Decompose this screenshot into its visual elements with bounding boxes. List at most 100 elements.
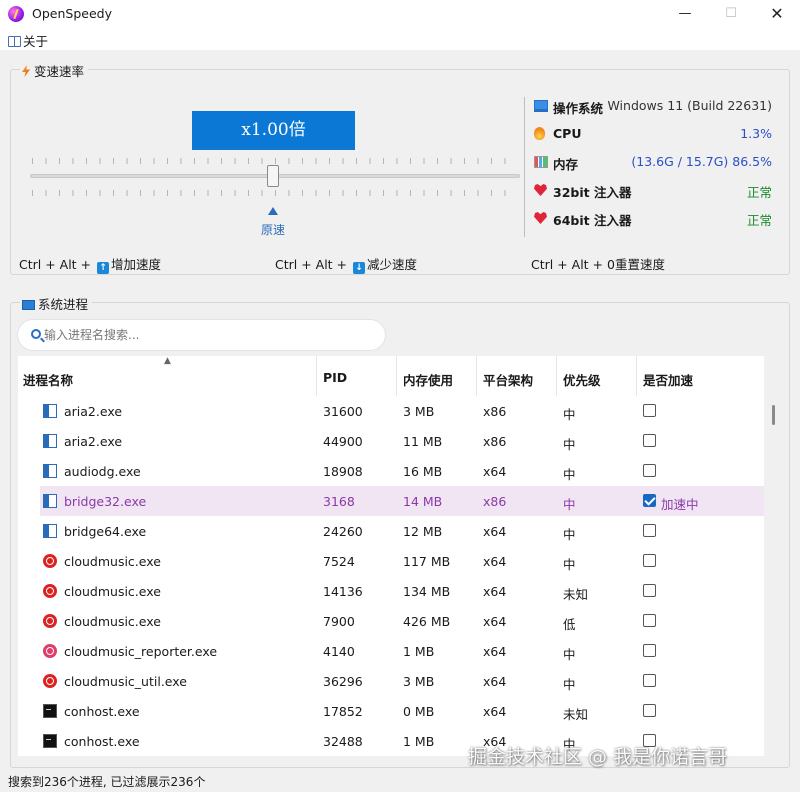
os-label: 操作系统 bbox=[553, 101, 604, 116]
menu-about-label: 关于 bbox=[23, 34, 49, 49]
process-priority: 低 bbox=[563, 617, 576, 632]
hotkey-decrease: Ctrl + Alt + ↓ 减少速度 bbox=[275, 254, 417, 274]
table-row[interactable]: conhost.exe 17852 0 MB x64 未知 bbox=[40, 696, 764, 726]
process-pid: 36296 bbox=[323, 674, 363, 689]
column-separator[interactable] bbox=[396, 356, 397, 396]
memory-label: 内存 bbox=[553, 157, 579, 172]
process-memory: 3 MB bbox=[403, 674, 435, 689]
process-arch: x86 bbox=[483, 494, 507, 509]
process-group-label: 系统进程 bbox=[38, 297, 89, 312]
process-memory: 426 MB bbox=[403, 614, 451, 629]
speed-group-title: 变速速率 bbox=[20, 61, 89, 80]
search-box[interactable] bbox=[18, 320, 385, 350]
table-row[interactable]: bridge32.exe 3168 14 MB x86 中 加速中 bbox=[40, 486, 764, 516]
column-separator[interactable] bbox=[556, 356, 557, 396]
table-scrollbar[interactable] bbox=[772, 405, 775, 425]
table-row[interactable]: cloudmusic_reporter.exe 4140 1 MB x64 中 bbox=[40, 636, 764, 666]
accelerate-checkbox[interactable] bbox=[643, 644, 656, 657]
process-arch: x64 bbox=[483, 614, 507, 629]
process-name: cloudmusic.exe bbox=[64, 584, 161, 599]
accelerate-checkbox[interactable] bbox=[643, 614, 656, 627]
hotkey-decrease-prefix: Ctrl + Alt + bbox=[275, 257, 348, 272]
table-row[interactable]: aria2.exe 31600 3 MB x86 中 bbox=[40, 396, 764, 426]
book-icon bbox=[8, 36, 21, 47]
injector64-status: 正常 bbox=[746, 213, 772, 228]
column-header-pid[interactable]: PID bbox=[323, 370, 347, 385]
column-header-name[interactable]: 进程名称 bbox=[23, 370, 73, 389]
close-button[interactable]: ✕ bbox=[754, 0, 800, 28]
table-row[interactable]: audiodg.exe 18908 16 MB x64 中 bbox=[40, 456, 764, 486]
os-value: Windows 11 (Build 22631) bbox=[607, 98, 772, 113]
process-arch: x64 bbox=[483, 704, 507, 719]
process-arch: x86 bbox=[483, 404, 507, 419]
accelerate-checkbox[interactable] bbox=[643, 494, 656, 507]
flame-icon bbox=[534, 127, 545, 140]
process-arch: x86 bbox=[483, 434, 507, 449]
search-input[interactable] bbox=[44, 326, 374, 344]
process-name: cloudmusic_util.exe bbox=[64, 674, 187, 689]
accelerate-checkbox[interactable] bbox=[643, 584, 656, 597]
console-icon bbox=[43, 734, 57, 748]
process-pid: 17852 bbox=[323, 704, 363, 719]
accelerate-checkbox[interactable] bbox=[643, 434, 656, 447]
cloudmusic-icon bbox=[43, 554, 57, 568]
table-row[interactable]: cloudmusic.exe 14136 134 MB x64 未知 bbox=[40, 576, 764, 606]
cloudmusic-reporter-icon bbox=[43, 644, 57, 658]
original-speed-label[interactable]: 原速 bbox=[261, 221, 285, 238]
column-separator[interactable] bbox=[476, 356, 477, 396]
computer-icon bbox=[22, 300, 35, 310]
speed-group-label: 变速速率 bbox=[34, 64, 85, 79]
table-row[interactable]: cloudmusic.exe 7524 117 MB x64 中 bbox=[40, 546, 764, 576]
hotkey-increase-prefix: Ctrl + Alt + bbox=[19, 257, 92, 272]
speed-slider-thumb[interactable] bbox=[267, 165, 279, 187]
accelerate-checkbox[interactable] bbox=[643, 704, 656, 717]
process-pid: 7524 bbox=[323, 554, 355, 569]
table-row[interactable]: cloudmusic.exe 7900 426 MB x64 低 bbox=[40, 606, 764, 636]
process-name: audiodg.exe bbox=[64, 464, 141, 479]
process-priority: 中 bbox=[563, 557, 576, 572]
info-row-memory: 内存 (13.6G / 15.7G) 86.5% bbox=[534, 152, 774, 172]
menu-item-about[interactable]: 关于 bbox=[8, 31, 48, 50]
column-header-memory[interactable]: 内存使用 bbox=[403, 370, 453, 389]
table-row[interactable]: bridge64.exe 24260 12 MB x64 中 bbox=[40, 516, 764, 546]
maximize-button[interactable]: ☐ bbox=[708, 0, 754, 28]
column-header-arch[interactable]: 平台架构 bbox=[483, 370, 533, 389]
process-memory: 14 MB bbox=[403, 494, 443, 509]
hotkey-reset-label: 重置速度 bbox=[614, 257, 665, 272]
accelerate-checkbox[interactable] bbox=[643, 554, 656, 567]
process-memory: 1 MB bbox=[403, 644, 435, 659]
process-name: bridge32.exe bbox=[64, 494, 147, 509]
process-memory: 16 MB bbox=[403, 464, 443, 479]
column-separator[interactable] bbox=[636, 356, 637, 396]
process-pid: 14136 bbox=[323, 584, 363, 599]
accelerate-checkbox[interactable] bbox=[643, 674, 656, 687]
process-priority: 中 bbox=[563, 467, 576, 482]
hotkey-increase-label: 增加速度 bbox=[111, 257, 162, 272]
column-header-priority[interactable]: 优先级 bbox=[563, 370, 601, 389]
accelerate-checkbox[interactable] bbox=[643, 464, 656, 477]
process-priority: 中 bbox=[563, 647, 576, 662]
process-arch: x64 bbox=[483, 554, 507, 569]
vertical-divider bbox=[524, 97, 525, 237]
minimize-button[interactable]: — bbox=[662, 0, 708, 28]
process-arch: x64 bbox=[483, 464, 507, 479]
process-arch: x64 bbox=[483, 584, 507, 599]
process-memory: 117 MB bbox=[403, 554, 451, 569]
accelerate-checkbox[interactable] bbox=[643, 404, 656, 417]
table-row[interactable]: aria2.exe 44900 11 MB x86 中 bbox=[40, 426, 764, 456]
cpu-label: CPU bbox=[553, 126, 582, 141]
column-separator[interactable] bbox=[316, 356, 317, 396]
cloudmusic-icon bbox=[43, 674, 57, 688]
sort-ascending-icon[interactable]: ▲ bbox=[164, 356, 171, 366]
table-row[interactable]: cloudmusic_util.exe 36296 3 MB x64 中 bbox=[40, 666, 764, 696]
app-icon bbox=[43, 464, 57, 478]
accelerate-checkbox[interactable] bbox=[643, 524, 656, 537]
process-arch: x64 bbox=[483, 674, 507, 689]
speed-rate-display: x1.00倍 bbox=[192, 111, 355, 150]
slider-ticks-top bbox=[32, 158, 518, 164]
process-priority: 中 bbox=[563, 497, 576, 512]
process-arch: x64 bbox=[483, 644, 507, 659]
cpu-value: 1.3% bbox=[740, 126, 772, 141]
column-header-accelerate[interactable]: 是否加速 bbox=[643, 370, 693, 389]
process-priority: 未知 bbox=[563, 707, 589, 722]
